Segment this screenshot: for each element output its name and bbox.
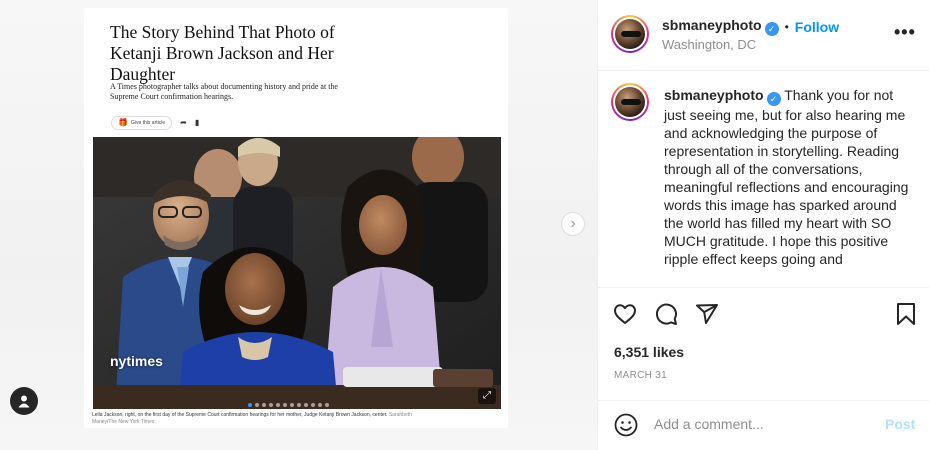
post-header: sbmaneyphoto ✓ • Follow Washington, DC ••… (598, 0, 929, 71)
author-name-line: sbmaneyphoto ✓ • Follow (662, 17, 839, 36)
caption-body: Thank you for not just seeing me, but fo… (664, 87, 909, 267)
avatar-image (615, 19, 645, 49)
likes-count[interactable]: 6,351 likes (614, 344, 684, 360)
carousel-dot (276, 403, 280, 407)
tagged-users-button[interactable] (10, 387, 38, 415)
post-actions: 6,351 likes MARCH 31 (598, 287, 929, 400)
post-date[interactable]: MARCH 31 (614, 370, 667, 381)
photo-caption-text: Leila Jackson, right, on the first day o… (92, 412, 388, 418)
share-arrow-icon: ➦ (180, 118, 187, 127)
caption-author-avatar[interactable] (611, 83, 649, 121)
heart-icon[interactable] (613, 302, 637, 326)
gift-icon: 🎁 (118, 118, 128, 127)
carousel-dot (255, 403, 259, 407)
carousel-dot (318, 403, 322, 407)
bookmark-icon (897, 303, 915, 325)
caption-username[interactable]: sbmaneyphoto (664, 87, 764, 103)
gift-article-button: 🎁 Give this article (111, 116, 173, 130)
user-tag-label[interactable]: nytimes (110, 353, 163, 369)
carousel-dot (262, 403, 266, 407)
expand-icon: ⤢ (478, 388, 496, 404)
carousel-dot (269, 403, 273, 407)
separator-dot: • (784, 19, 789, 34)
share-icon[interactable] (695, 302, 719, 326)
comment-icon[interactable] (654, 302, 678, 326)
carousel-dot (290, 403, 294, 407)
author-avatar[interactable] (611, 15, 649, 53)
emoji-icon[interactable] (614, 413, 638, 437)
comment-input[interactable] (654, 416, 874, 432)
more-options-icon[interactable]: ••• (894, 22, 916, 43)
carousel-dot (325, 403, 329, 407)
carousel-dot (248, 403, 252, 407)
avatar-image (615, 87, 645, 117)
post-location[interactable]: Washington, DC (662, 37, 756, 52)
article-subtitle: A Times photographer talks about documen… (110, 82, 338, 101)
article-share-row: 🎁 Give this article ➦ ▮ (111, 116, 199, 130)
chevron-right-icon: › (570, 215, 576, 232)
post-sidebar: sbmaneyphoto ✓ • Follow Washington, DC ••… (597, 0, 929, 450)
save-button[interactable] (896, 302, 916, 326)
action-icons (613, 302, 719, 326)
comments-section[interactable]: sbmaneyphoto ✓ Thank you for not just see… (598, 71, 929, 287)
carousel-next-button[interactable]: › (561, 212, 585, 236)
post-media[interactable]: The Story Behind That Photo of Ketanji B… (0, 0, 597, 450)
add-comment-bar: Post (598, 400, 929, 450)
bookmark-icon: ▮ (194, 118, 200, 127)
carousel-dot (297, 403, 301, 407)
carousel-indicator (248, 403, 329, 407)
carousel-dot (283, 403, 287, 407)
gift-article-label: Give this article (130, 120, 166, 126)
carousel-dot (304, 403, 308, 407)
verified-badge-icon: ✓ (764, 22, 779, 36)
person-icon (18, 395, 30, 408)
post-caption: sbmaneyphoto ✓ Thank you for not just see… (664, 86, 914, 268)
follow-button[interactable]: Follow (795, 19, 839, 35)
carousel-dot (311, 403, 315, 407)
verified-badge-icon: ✓ (766, 92, 781, 106)
photo-caption: Leila Jackson, right, on the first day o… (92, 412, 432, 426)
article-title: The Story Behind That Photo of Ketanji B… (110, 22, 335, 84)
post-comment-button[interactable]: Post (885, 416, 915, 432)
author-username[interactable]: sbmaneyphoto (662, 17, 762, 33)
